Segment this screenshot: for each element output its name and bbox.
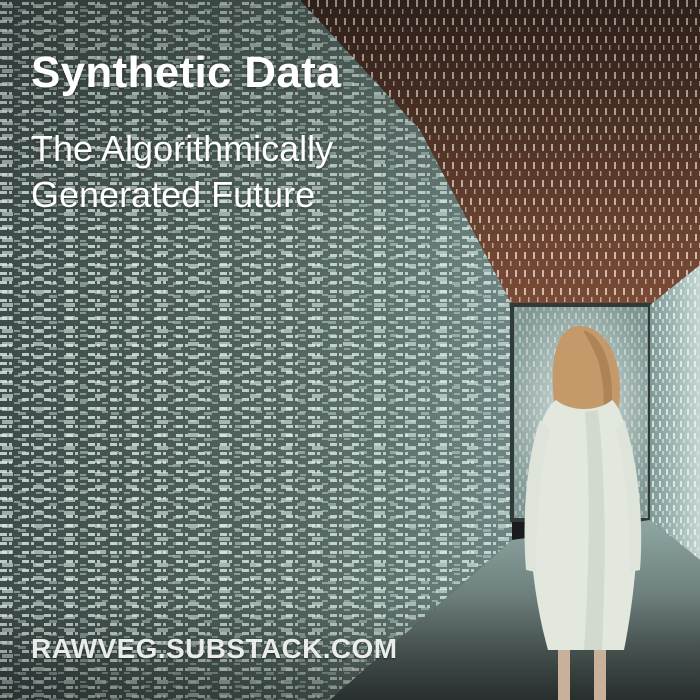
site-url: RAWVEG.SUBSTACK.COM [31,633,398,664]
cover-title: Synthetic Data [31,48,341,97]
subtitle-line-2: Generated Future [31,174,316,215]
cover-image: Synthetic Data The Algorithmically Gener… [0,0,700,700]
cover-subtitle: The Algorithmically Generated Future [31,126,451,218]
subtitle-line-1: The Algorithmically [31,128,334,169]
corridor-scene [0,0,700,700]
